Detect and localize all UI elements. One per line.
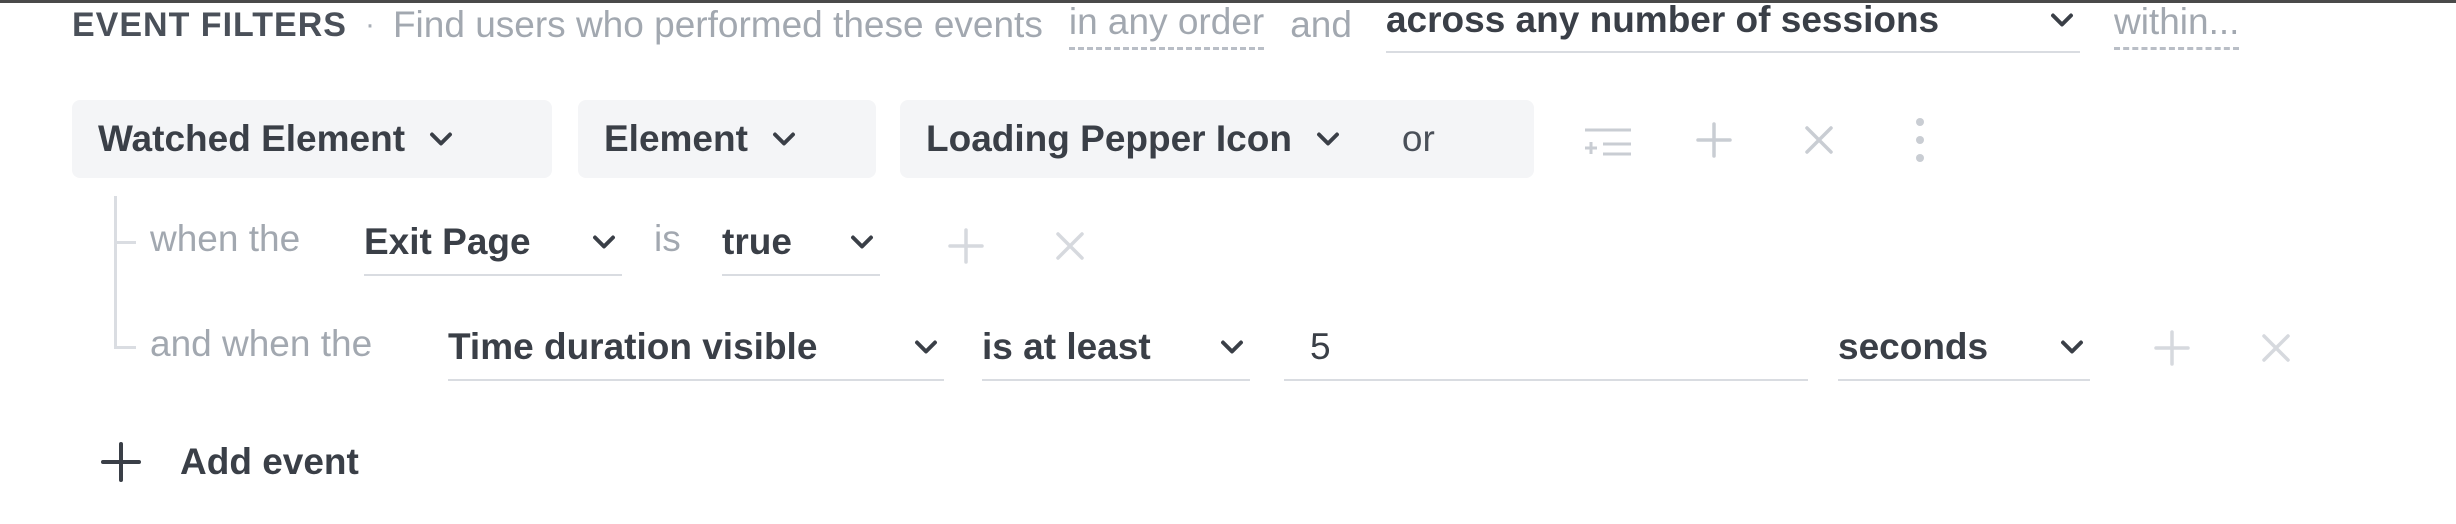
close-icon[interactable] xyxy=(1795,116,1843,164)
time-unit-select[interactable]: seconds xyxy=(1838,315,2090,381)
condition-property-label: Time duration visible xyxy=(448,326,818,367)
condition-value-text: 5 xyxy=(1310,326,1331,367)
condition-value-label: true xyxy=(722,221,792,262)
condition-operator: is xyxy=(654,218,681,259)
and-label: and xyxy=(1290,4,1352,45)
property-select-label: Element xyxy=(604,118,748,159)
tree-branch xyxy=(114,346,136,349)
property-select[interactable]: Element xyxy=(578,100,876,178)
plus-icon[interactable] xyxy=(2148,324,2196,372)
condition-value-input[interactable]: 5 xyxy=(1284,315,1808,381)
tree-connector xyxy=(114,196,117,348)
within-link[interactable]: within... xyxy=(2113,1,2240,50)
header-description: Find users who performed these events xyxy=(392,4,1043,45)
value-select[interactable]: Loading Pepper Icon or xyxy=(900,100,1534,178)
chevron-down-icon xyxy=(423,121,459,157)
event-select[interactable]: Watched Element xyxy=(72,100,552,178)
sessions-select[interactable]: across any number of sessions xyxy=(1385,0,2080,53)
condition-value-select[interactable]: true xyxy=(722,210,880,276)
condition-property-label: Exit Page xyxy=(364,221,531,262)
or-button[interactable]: or xyxy=(1402,118,1435,160)
close-icon[interactable] xyxy=(2252,324,2300,372)
chevron-down-icon xyxy=(1214,329,1250,365)
event-select-label: Watched Element xyxy=(98,118,406,159)
order-toggle-link[interactable]: in any order xyxy=(1068,1,1265,50)
time-unit-label: seconds xyxy=(1838,326,1989,367)
chevron-down-icon xyxy=(2054,329,2090,365)
chevron-down-icon xyxy=(586,224,622,260)
chevron-down-icon xyxy=(1310,121,1346,157)
add-event-label: Add event xyxy=(180,441,359,482)
condition-operator-select[interactable]: is at least xyxy=(982,315,1250,381)
filter-lines-icon[interactable] xyxy=(1582,116,1634,164)
section-title: EVENT FILTERS xyxy=(72,5,347,44)
event-filters-header: EVENT FILTERS · Find users who performed… xyxy=(72,0,2240,53)
condition-prefix: when the xyxy=(150,218,301,259)
plus-icon[interactable] xyxy=(942,222,990,270)
value-select-label: Loading Pepper Icon xyxy=(926,118,1292,159)
close-icon[interactable] xyxy=(1046,222,1094,270)
chevron-down-icon xyxy=(908,329,944,365)
plus-icon[interactable] xyxy=(1690,116,1738,164)
sessions-select-label: across any number of sessions xyxy=(1385,0,1940,40)
add-event-button[interactable]: Add event xyxy=(100,432,359,492)
condition-property-select[interactable]: Exit Page xyxy=(364,210,622,276)
chevron-down-icon xyxy=(844,224,880,260)
separator-dot: · xyxy=(364,8,375,41)
tree-branch xyxy=(114,241,136,244)
chevron-down-icon xyxy=(2044,2,2080,38)
condition-operator-label: is at least xyxy=(982,326,1151,367)
condition-prefix: and when the xyxy=(150,323,373,364)
condition-property-select[interactable]: Time duration visible xyxy=(448,315,944,381)
more-vertical-icon[interactable] xyxy=(1900,112,1940,168)
chevron-down-icon xyxy=(766,121,802,157)
plus-icon xyxy=(101,442,141,482)
